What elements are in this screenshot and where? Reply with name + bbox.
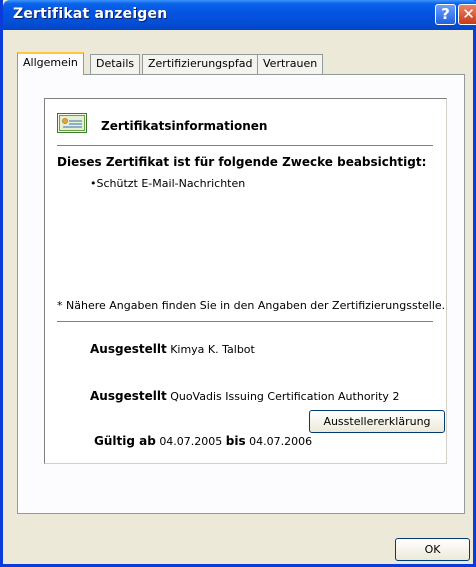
valid-from-value: 04.07.2005 [159,435,223,448]
divider [57,145,433,146]
valid-to-value: 04.07.2006 [249,435,313,448]
valid-to-label: bis [225,434,246,448]
issuer-note: * Nähere Angaben finden Sie in den Angab… [57,299,446,312]
issued-by-row: Ausgestellt QuoVadis Issuing Certificati… [90,389,399,403]
certificate-info-heading: Zertifikatsinformationen [101,119,268,133]
valid-from-label: Gültig ab [94,434,156,448]
tab-zertifizierungspfad[interactable]: Zertifizierungspfad [142,54,259,74]
tab-details[interactable]: Details [90,54,141,74]
issuer-statement-label: Ausstellererklärung [323,415,431,428]
help-button[interactable]: ? [435,4,456,25]
ok-button[interactable]: OK [395,538,470,561]
issued-to-value: Kimya K. Talbot [170,343,255,356]
purpose-heading: Dieses Zertifikat ist für folgende Zweck… [57,155,427,169]
issued-by-value: QuoVadis Issuing Certification Authority… [170,390,400,403]
dialog-window: Zertifikat anzeigen ? ✕ Allgemein Detail… [0,0,476,567]
tab-vertrauen[interactable]: Vertrauen [257,54,324,74]
window-title: Zertifikat anzeigen [13,6,168,22]
tab-allgemein[interactable]: Allgemein [17,52,84,75]
validity-row: Gültig ab 04.07.2005 bis 04.07.2006 [94,434,312,448]
issued-by-label: Ausgestellt [90,389,167,403]
ok-label: OK [424,543,441,556]
issued-to-row: Ausgestellt Kimya K. Talbot [90,342,255,356]
tab-panel: Zertifikatsinformationen Dieses Zertifik… [17,74,465,514]
issued-to-label: Ausgestellt [90,342,167,356]
purpose-item: •Schützt E-Mail-Nachrichten [90,177,246,190]
close-button[interactable]: ✕ [458,4,476,25]
close-icon: ✕ [462,5,475,23]
title-bar[interactable]: Zertifikat anzeigen ? ✕ [3,0,476,30]
issuer-statement-button[interactable]: Ausstellererklärung [309,410,445,433]
certificate-icon [57,113,87,133]
divider [57,321,433,322]
help-icon: ? [441,5,450,23]
